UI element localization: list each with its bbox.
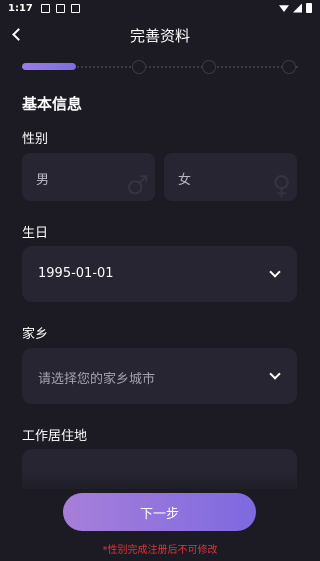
gender-female-text: 女 [178,173,192,188]
section-title: 基本信息 [22,95,83,113]
chevron-left-icon [11,27,25,41]
system-icons [279,3,312,13]
notification-icons [40,3,80,13]
gender-label: 性别 [22,132,49,147]
gender-male-option[interactable]: 男 ♂ [22,153,155,201]
battery-icon [306,3,312,13]
gender-male-text: 男 [36,173,50,188]
progress-active-step [22,63,76,70]
download-notification-icon [55,3,65,13]
birthday-label: 生日 [22,226,49,241]
gender-female-option[interactable]: 女 ♀ [164,153,297,201]
progress-step-4 [282,60,296,74]
chevron-down-icon [269,266,281,278]
header: 完善资料 [0,18,320,52]
page-title: 完善资料 [129,26,190,45]
image-notification-icon [40,3,50,13]
chevron-down-icon [269,368,281,380]
status-time: 1:17 [8,2,33,14]
hometown-label: 家乡 [22,327,49,342]
work-location-label: 工作居住地 [22,429,88,444]
hometown-placeholder: 请选择您的家乡城市 [38,372,156,387]
progress-step-2 [132,60,146,74]
wifi-icon [279,5,289,12]
birthday-select[interactable]: 1995-01-01 [22,246,297,302]
hometown-select[interactable]: 请选择您的家乡城市 [22,348,297,404]
app-notification-icon [70,3,80,13]
progress-step-3 [202,60,216,74]
next-step-button[interactable]: 下一步 [63,493,256,531]
female-symbol-icon: ♀ [271,171,291,201]
back-button[interactable] [6,24,26,44]
gender-notice: *性别完成注册后不可修改 [102,545,218,556]
step-progress [22,57,298,77]
status-bar: 1:17 [0,0,320,16]
male-symbol-icon: ♂ [125,171,149,201]
birthday-value: 1995-01-01 [38,266,114,281]
signal-icon [293,3,302,13]
